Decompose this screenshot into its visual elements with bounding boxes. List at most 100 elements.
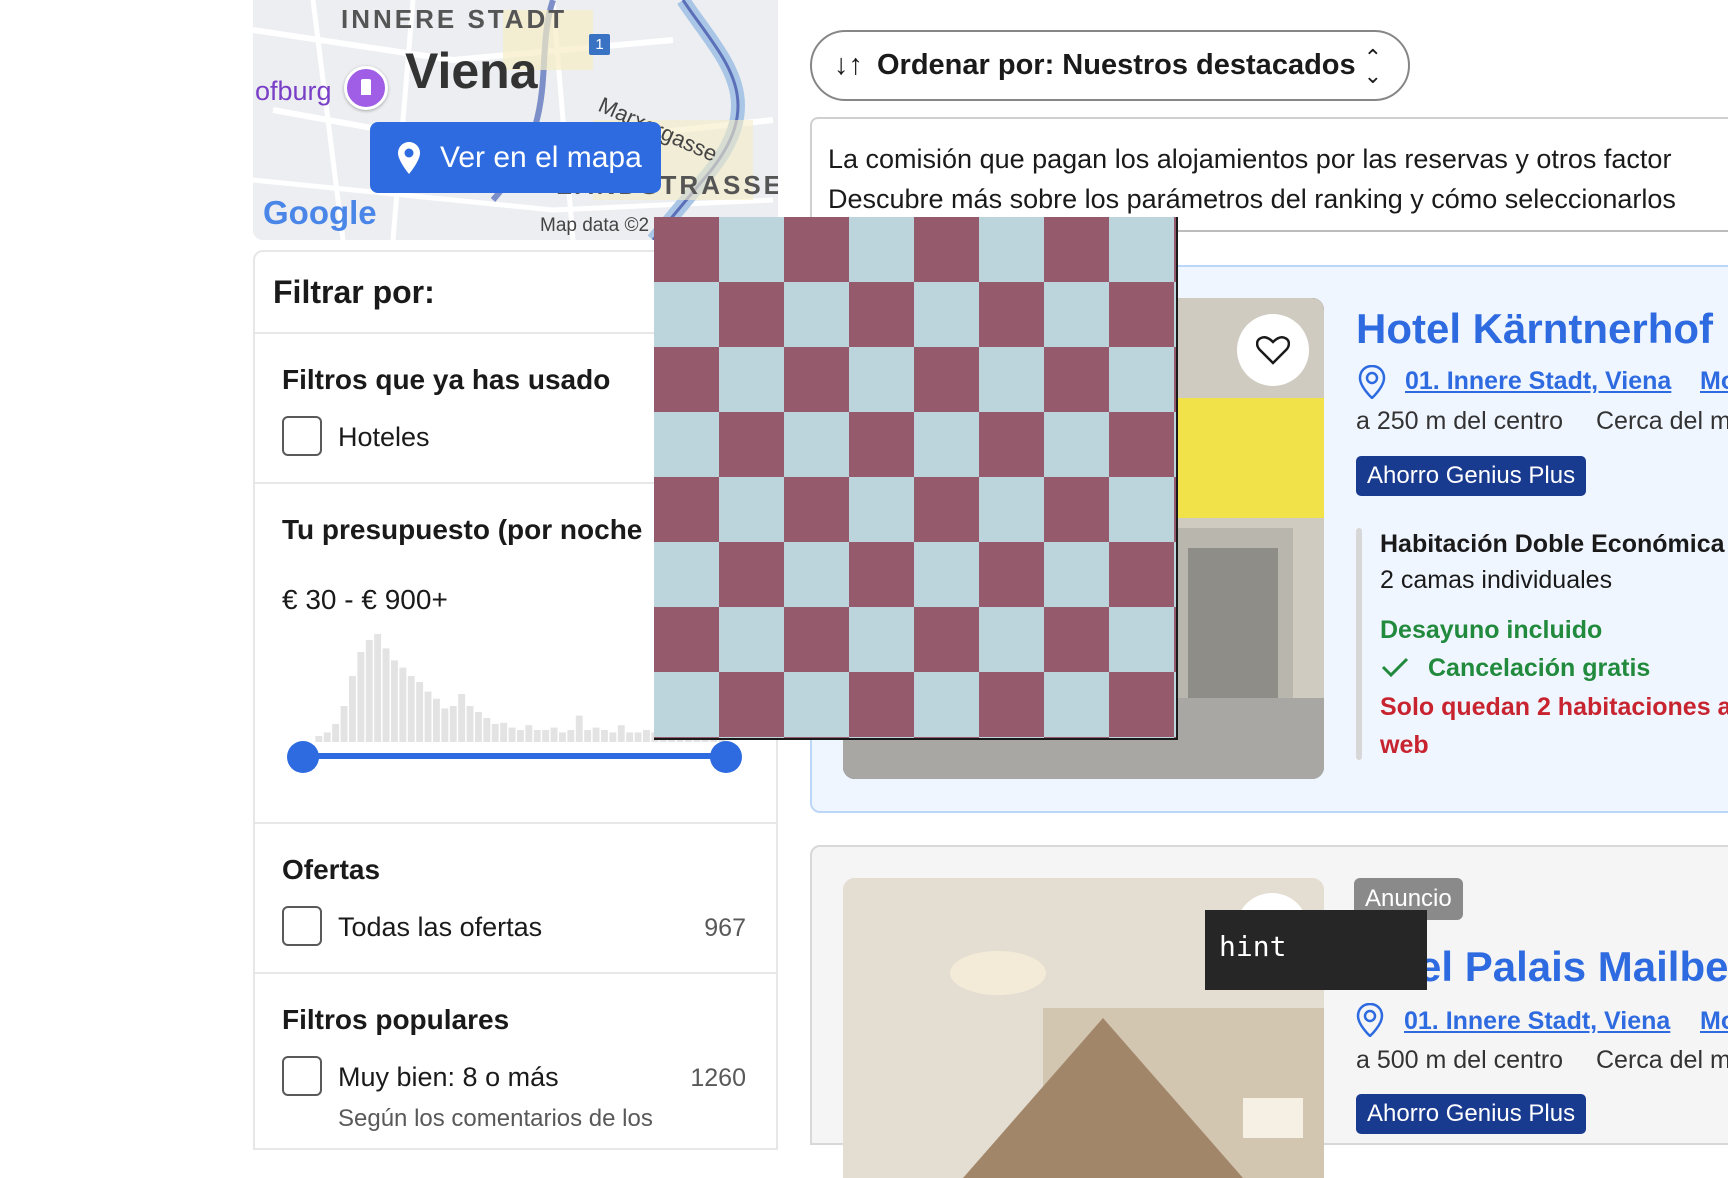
histogram-bar — [315, 736, 323, 742]
free-cancellation: Cancelación gratis — [1428, 654, 1651, 682]
route-shield: 1 — [589, 34, 610, 55]
checkerboard-overlay — [654, 217, 1178, 740]
favorite-button[interactable] — [1237, 314, 1309, 386]
property-location-link[interactable]: 01. Innere Stadt, Viena — [1405, 367, 1671, 396]
view-on-map-button[interactable]: Ver en el mapa — [370, 122, 661, 193]
all-offers-label: Todas las ofertas — [338, 912, 543, 942]
budget-title: Tu presupuesto (por noche — [282, 514, 643, 545]
notice-line-1: La comisión que pagan los alojamientos p… — [828, 144, 1672, 174]
histogram-bar — [365, 640, 373, 742]
chevron-updown-icon: ⌃ ⌄ — [1363, 45, 1382, 88]
histogram-bar — [533, 730, 541, 742]
poi-castle-icon — [344, 66, 388, 110]
map-district-label: INNERE STADT — [341, 4, 568, 34]
breakfast-included: Desayuno incluido — [1380, 616, 1603, 644]
histogram-bar — [567, 730, 575, 742]
histogram-bar — [449, 706, 457, 742]
budget-value: € 30 - € 900+ — [282, 584, 448, 615]
divider — [255, 972, 776, 974]
histogram-bar — [441, 708, 449, 742]
property-distance: a 250 m del centro — [1356, 407, 1564, 435]
notice-line-2: Descubre más sobre los parámetros del ra… — [828, 184, 1676, 214]
property-map-link[interactable]: Mo — [1700, 367, 1728, 396]
histogram-bar — [424, 691, 432, 742]
sort-icon: ↓↑ — [834, 49, 863, 81]
histogram-bar — [483, 718, 491, 742]
google-logo: Google — [263, 194, 377, 231]
very-good-subtext: Según los comentarios de los — [338, 1105, 653, 1132]
histogram-bar — [559, 732, 566, 742]
property-title[interactable]: Hotel Kärntnerhof — [1356, 305, 1713, 353]
very-good-checkbox[interactable] — [282, 1056, 322, 1096]
all-offers-checkbox[interactable] — [282, 906, 322, 946]
histogram-bar — [382, 648, 390, 742]
map-poi-label: ofburg — [255, 76, 332, 106]
histogram-bar — [525, 725, 533, 742]
checkmark-icon — [1381, 657, 1409, 678]
histogram-bar — [617, 725, 625, 742]
histogram-bar — [391, 660, 398, 742]
hint-tooltip: hint — [1205, 910, 1427, 990]
genius-badge: Ahorro Genius Plus — [1356, 1094, 1587, 1134]
histogram-bar — [458, 694, 466, 742]
histogram-bar — [575, 715, 583, 742]
histogram-bar — [609, 732, 617, 742]
sort-label: Ordenar por: Nuestros destacados — [877, 49, 1356, 81]
histogram-bar — [399, 667, 407, 742]
heart-icon — [1256, 335, 1290, 365]
map-attribution: Map data ©2 — [540, 215, 650, 236]
histogram-bar — [340, 706, 348, 742]
divider — [255, 822, 776, 824]
histogram-bar — [433, 698, 440, 742]
property-location-link[interactable]: 01. Innere Stadt, Viena — [1404, 1007, 1670, 1036]
map-preview[interactable]: INNERE STADT 1 Viena ofburg Marxergasse … — [253, 0, 778, 240]
budget-slider-min-handle[interactable] — [287, 741, 319, 773]
property-map-link[interactable]: Mo — [1700, 1007, 1728, 1036]
histogram-bar — [550, 727, 558, 742]
map-city-label: Viena — [405, 43, 538, 99]
hotels-checkbox[interactable] — [282, 416, 322, 456]
histogram-bar — [643, 730, 650, 742]
all-offers-count: 967 — [704, 914, 746, 942]
room-divider — [1356, 528, 1362, 760]
filters-title: Filtrar por: — [273, 274, 435, 310]
offers-title: Ofertas — [282, 854, 381, 885]
histogram-bar — [466, 706, 474, 742]
room-beds: 2 camas individuales — [1380, 566, 1613, 594]
location-badge-icon — [1356, 1003, 1384, 1037]
histogram-bar — [584, 730, 592, 742]
very-good-label: Muy bien: 8 o más — [338, 1062, 559, 1092]
histogram-bar — [634, 732, 642, 742]
histogram-bar — [357, 652, 365, 742]
popular-filters-title: Filtros populares — [282, 1004, 510, 1035]
very-good-count: 1260 — [690, 1064, 746, 1092]
histogram-bar — [407, 676, 415, 742]
room-name: Habitación Doble Económica — [1380, 530, 1725, 558]
histogram-bar — [592, 727, 600, 742]
map-pin-icon — [398, 141, 420, 174]
histogram-bar — [374, 634, 382, 742]
histogram-bar — [323, 732, 331, 742]
histogram-bar — [601, 730, 608, 742]
histogram-bar — [500, 722, 508, 742]
budget-slider-max-handle[interactable] — [710, 741, 742, 773]
ranking-notice: La comisión que pagan los alojamientos p… — [810, 117, 1728, 232]
histogram-bar — [517, 730, 524, 742]
genius-badge: Ahorro Genius Plus — [1356, 456, 1587, 496]
scarcity-message: Solo quedan 2 habitaciones a web — [1380, 693, 1728, 759]
property-distance: a 500 m del centro — [1356, 1046, 1564, 1074]
histogram-bar — [508, 727, 516, 742]
histogram-bar — [332, 724, 340, 742]
histogram-bar — [475, 712, 482, 742]
property-title[interactable]: el Palais Mailbe — [1418, 943, 1728, 991]
histogram-bar — [542, 730, 550, 742]
hotels-label: Hoteles — [338, 422, 430, 452]
used-filters-title: Filtros que ya has usado — [282, 364, 611, 395]
property-nearby: Cerca del m — [1596, 1046, 1728, 1074]
histogram-bar — [416, 682, 424, 742]
view-on-map-label: Ver en el mapa — [440, 140, 642, 174]
property-nearby: Cerca del m — [1596, 407, 1728, 435]
budget-slider-track[interactable] — [303, 753, 728, 759]
location-badge-icon — [1358, 365, 1386, 399]
sort-dropdown[interactable]: ↓↑ Ordenar por: Nuestros destacados ⌃ ⌄ — [810, 30, 1410, 101]
